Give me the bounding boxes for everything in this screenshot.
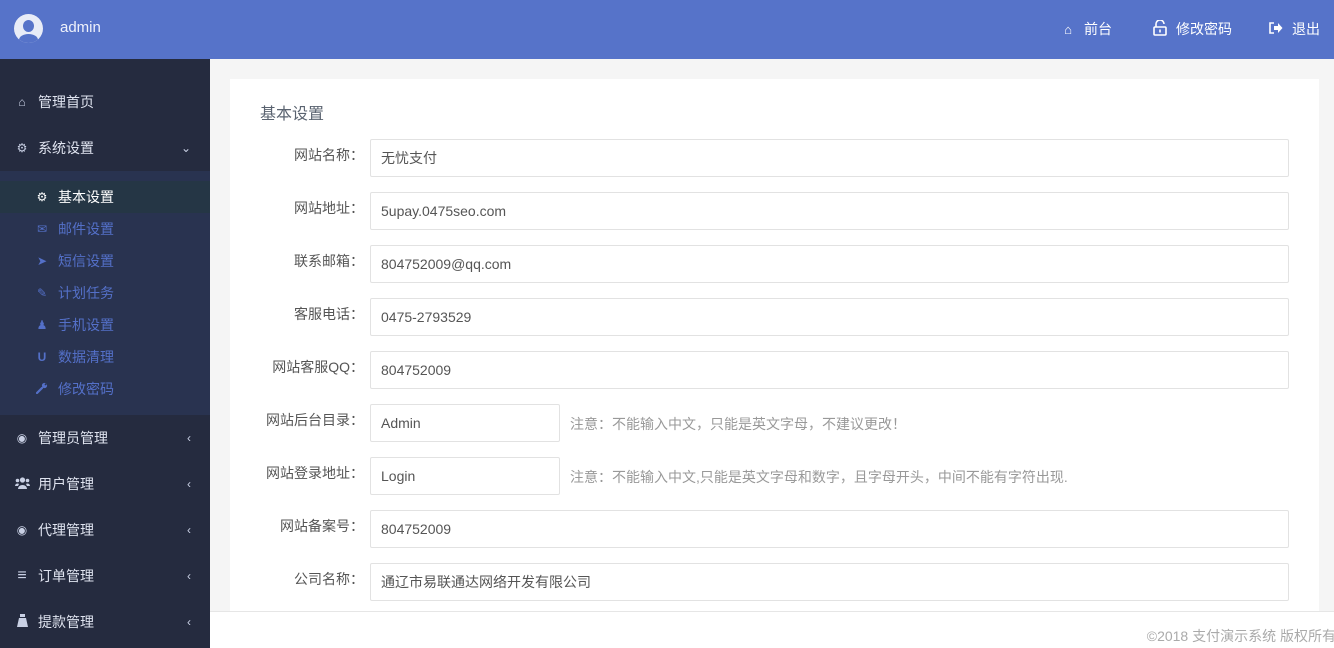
sidebar: ⌂ 管理首页 ⚙ 系统设置 ⌄ ⚙ 基本设置 ✉ 邮件设置 ➤ 短信设置 ✎ 计…: [0, 59, 210, 648]
chevron-left-icon: ‹: [187, 569, 191, 583]
submenu-item-change-password[interactable]: 修改密码: [0, 374, 210, 404]
sidebar-item-label: 用户管理: [38, 476, 94, 492]
submenu-item-scheduled-tasks[interactable]: ✎ 计划任务: [0, 278, 210, 308]
change-password-label: 修改密码: [1176, 21, 1232, 37]
submenu-item-label: 手机设置: [58, 317, 114, 333]
basic-settings-panel: 基本设置 网站名称： 网站地址： 联系邮箱： 客服电话： 网站客服QQ： 网站后…: [230, 79, 1319, 611]
field-label: 客服电话：: [294, 306, 364, 322]
logout-label: 退出: [1292, 21, 1320, 37]
form-row-site-url: 网站地址：: [230, 192, 1319, 230]
admin-directory-input[interactable]: [370, 404, 560, 442]
service-qq-input[interactable]: [370, 351, 1289, 389]
home-icon: ⌂: [1064, 21, 1072, 37]
sidebar-item-label: 系统设置: [38, 140, 94, 156]
form-row-service-phone: 客服电话：: [230, 298, 1319, 336]
form-row-login-path: 网站登录地址： 注意：不能输入中文,只能是英文字母和数字，且字母开头，中间不能有…: [230, 457, 1319, 495]
form-row-admin-directory: 网站后台目录： 注意：不能输入中文，只能是英文字母，不建议更改！: [230, 404, 1319, 442]
username[interactable]: admin: [60, 19, 101, 36]
paper-plane-icon: ➤: [36, 254, 48, 268]
home-icon: ⌂: [18, 95, 26, 109]
sidebar-item-admin-management[interactable]: ◉ 管理员管理 ‹: [0, 415, 210, 461]
cogs-icon: ⚙: [16, 141, 28, 155]
site-name-input[interactable]: [370, 139, 1289, 177]
page-title: 基本设置: [260, 106, 325, 123]
field-label: 联系邮箱：: [294, 253, 364, 269]
chevron-left-icon: ‹: [187, 431, 191, 445]
chevron-left-icon: ‹: [187, 615, 191, 629]
bars-icon: ≡: [17, 567, 27, 584]
submenu-item-label: 数据清理: [58, 349, 114, 365]
login-path-input[interactable]: [370, 457, 560, 495]
qq-icon: ♟: [36, 318, 48, 332]
submenu-item-email-settings[interactable]: ✉ 邮件设置: [0, 214, 210, 244]
contact-email-input[interactable]: [370, 245, 1289, 283]
login-path-note: 注意：不能输入中文,只能是英文字母和数字，且字母开头，中间不能有字符出现.: [570, 469, 1068, 485]
users-icon: [14, 476, 30, 492]
top-header: admin ⌂ 前台 修改密码 退出: [0, 0, 1334, 59]
submenu-item-label: 基本设置: [58, 189, 114, 205]
form-row-contact-email: 联系邮箱：: [230, 245, 1319, 283]
submenu-item-label: 修改密码: [58, 381, 114, 397]
field-label: 网站客服QQ：: [272, 359, 364, 375]
user-circle-icon: ◉: [16, 431, 28, 445]
user-circle-icon: ◉: [16, 523, 28, 537]
submenu-item-label: 计划任务: [58, 285, 114, 301]
edit-icon: ✎: [36, 286, 48, 300]
form-row-site-name: 网站名称：: [230, 139, 1319, 177]
change-password-link[interactable]: 修改密码: [1152, 18, 1232, 39]
lock-icon: [1152, 18, 1168, 39]
chevron-left-icon: ‹: [187, 523, 191, 537]
chevron-down-icon: ⌄: [180, 141, 191, 155]
sidebar-item-label: 代理管理: [38, 522, 94, 538]
chevron-left-icon: ‹: [187, 477, 191, 491]
submenu-item-label: 短信设置: [58, 253, 114, 269]
admin-directory-note: 注意：不能输入中文，只能是英文字母，不建议更改！: [570, 416, 906, 432]
site-url-input[interactable]: [370, 192, 1289, 230]
cogs-icon: ⚙: [36, 190, 48, 204]
field-label: 公司名称：: [294, 571, 364, 587]
sidebar-item-label: 提款管理: [38, 614, 94, 630]
avatar-icon[interactable]: [14, 14, 43, 43]
submenu-item-label: 邮件设置: [58, 221, 114, 237]
sidebar-item-label: 订单管理: [38, 568, 94, 584]
frontend-link-label: 前台: [1084, 21, 1112, 37]
sidebar-item-label: 管理首页: [38, 94, 94, 110]
wrench-icon: [35, 382, 49, 397]
service-phone-input[interactable]: [370, 298, 1289, 336]
field-label: 网站地址：: [294, 200, 364, 216]
sidebar-item-agent-management[interactable]: ◉ 代理管理 ‹: [0, 507, 210, 553]
logout-link[interactable]: 退出: [1268, 19, 1320, 39]
page-gutter: [1319, 59, 1334, 611]
magnet-icon: U: [37, 350, 47, 364]
sidebar-item-order-management[interactable]: ≡ 订单管理 ‹: [0, 553, 210, 599]
system-settings-submenu: ⚙ 基本设置 ✉ 邮件设置 ➤ 短信设置 ✎ 计划任务 ♟ 手机设置 U 数据清…: [0, 171, 210, 415]
sidebar-item-dashboard[interactable]: ⌂ 管理首页: [0, 79, 210, 125]
submenu-item-sms-settings[interactable]: ➤ 短信设置: [0, 246, 210, 276]
form-row-service-qq: 网站客服QQ：: [230, 351, 1319, 389]
submenu-item-basic-settings[interactable]: ⚙ 基本设置: [0, 181, 210, 213]
field-label: 网站登录地址：: [266, 465, 364, 481]
money-bag-icon: [14, 614, 30, 630]
sidebar-item-withdrawal-management[interactable]: 提款管理 ‹: [0, 599, 210, 645]
field-label: 网站后台目录：: [266, 412, 364, 428]
field-label: 网站名称：: [294, 147, 364, 163]
sidebar-item-user-management[interactable]: 用户管理 ‹: [0, 461, 210, 507]
field-label: 网站备案号：: [280, 518, 364, 534]
submenu-item-data-cleanup[interactable]: U 数据清理: [0, 342, 210, 372]
frontend-link[interactable]: ⌂ 前台: [1060, 19, 1112, 39]
form-row-icp-number: 网站备案号：: [230, 510, 1319, 548]
form-row-company-name: 公司名称：: [230, 563, 1319, 601]
footer: ©2018 支付演示系统 版权所有: [210, 611, 1334, 648]
company-name-input[interactable]: [370, 563, 1289, 601]
sign-out-icon: [1268, 21, 1284, 37]
icp-number-input[interactable]: [370, 510, 1289, 548]
envelope-icon: ✉: [36, 222, 48, 236]
sidebar-item-label: 管理员管理: [38, 430, 108, 446]
copyright-text: ©2018 支付演示系统 版权所有: [1146, 628, 1334, 644]
sidebar-item-system-settings[interactable]: ⚙ 系统设置 ⌄: [0, 125, 210, 171]
submenu-item-mobile-settings[interactable]: ♟ 手机设置: [0, 310, 210, 340]
